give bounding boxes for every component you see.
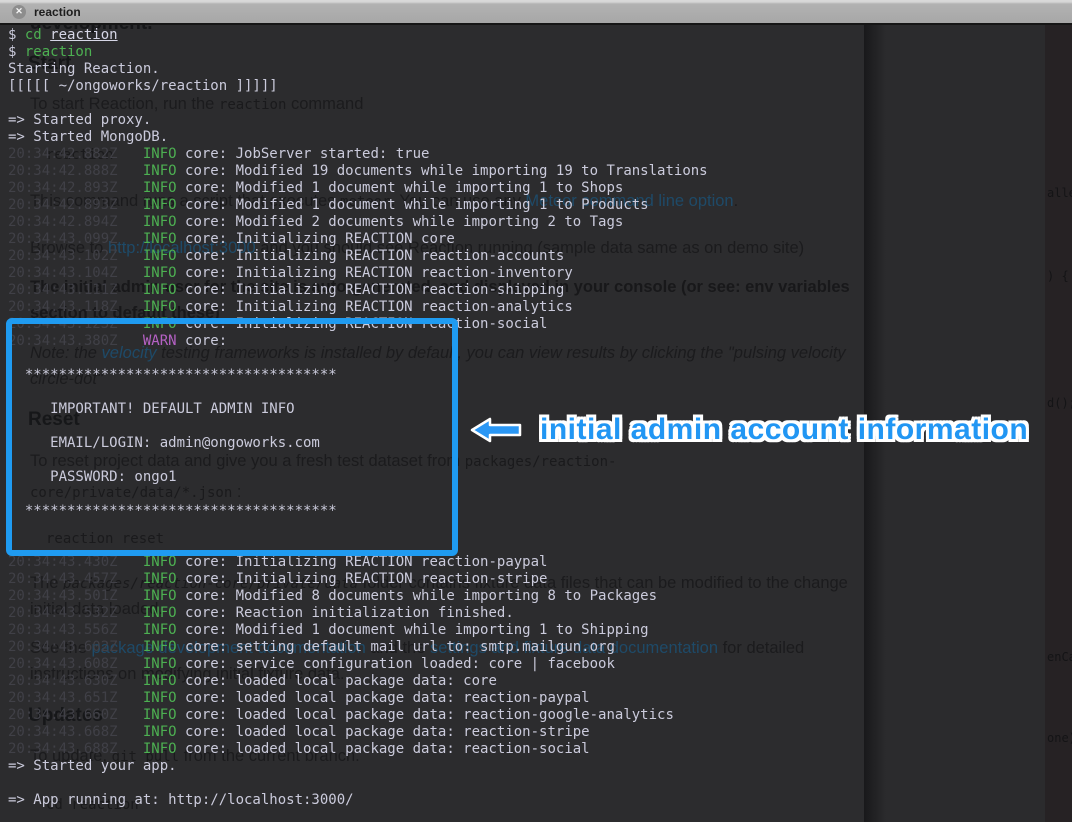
screenshot-root: development.StartTo start Reaction, run … bbox=[0, 0, 1072, 822]
annotation-label: initial admin account information bbox=[540, 413, 1028, 447]
terminal-line: $ cd reaction bbox=[8, 27, 872, 44]
terminal-line: => App running at: http://localhost:3000… bbox=[8, 792, 872, 809]
terminal-line: 20:34:42.893Z INFO core: Modified 1 docu… bbox=[8, 180, 872, 197]
terminal-line: [[[[[ ~/ongoworks/reaction ]]]]] bbox=[8, 78, 872, 95]
terminal-line bbox=[8, 95, 872, 112]
close-icon: ✕ bbox=[15, 7, 23, 16]
terminal-line: 20:34:43.457Z INFO core: Initializing RE… bbox=[8, 571, 872, 588]
terminal-line: 20:34:43.111Z INFO core: Initializing RE… bbox=[8, 282, 872, 299]
window-title: reaction bbox=[34, 5, 81, 19]
terminal-line: 20:34:43.602Z INFO core: setting default… bbox=[8, 639, 872, 656]
terminal-line: 20:34:43.668Z INFO core: loaded local pa… bbox=[8, 724, 872, 741]
terminal-line: 20:34:43.430Z INFO core: Initializing RE… bbox=[8, 554, 872, 571]
terminal-line: 20:34:42.882Z INFO core: JobServer start… bbox=[8, 146, 872, 163]
code-fragment: d(); bbox=[1047, 396, 1072, 410]
terminal-line: $ reaction bbox=[8, 44, 872, 61]
terminal-line: 20:34:43.630Z INFO core: loaded local pa… bbox=[8, 673, 872, 690]
terminal-line: 20:34:43.099Z INFO core: Initializing RE… bbox=[8, 231, 872, 248]
terminal-line: 20:34:42.893Z INFO core: Modified 1 docu… bbox=[8, 197, 872, 214]
terminal-line: 20:34:42.894Z INFO core: Modified 2 docu… bbox=[8, 214, 872, 231]
terminal-line: => Started your app. bbox=[8, 758, 872, 775]
code-fragment: one) bbox=[1047, 731, 1072, 745]
terminal-line: 20:34:43.102Z INFO core: Initializing RE… bbox=[8, 248, 872, 265]
terminal-line: 20:34:43.556Z INFO core: Modified 1 docu… bbox=[8, 622, 872, 639]
terminal-line bbox=[8, 775, 872, 792]
admin-info-highlight-box bbox=[6, 318, 458, 556]
terminal-line: 20:34:43.501Z INFO core: Modified 8 docu… bbox=[8, 588, 872, 605]
close-button[interactable]: ✕ bbox=[12, 5, 26, 19]
arrow-left-icon bbox=[470, 416, 522, 444]
terminal-line: 20:34:43.688Z INFO core: loaded local pa… bbox=[8, 741, 872, 758]
terminal-line: 20:34:42.888Z INFO core: Modified 19 doc… bbox=[8, 163, 872, 180]
terminal-line: => Started MongoDB. bbox=[8, 129, 872, 146]
code-fragment: enCa bbox=[1047, 650, 1072, 664]
annotation-callout: initial admin account information bbox=[470, 413, 1028, 447]
terminal-line: 20:34:43.532Z INFO core: Reaction initia… bbox=[8, 605, 872, 622]
terminal-line: 20:34:43.651Z INFO core: loaded local pa… bbox=[8, 690, 872, 707]
terminal-line: 20:34:43.608Z INFO core: service configu… bbox=[8, 656, 872, 673]
terminal-line: => Started proxy. bbox=[8, 112, 872, 129]
background-code-panel: alle ) { d(); enCa one) bbox=[1045, 25, 1072, 822]
terminal-line: 20:34:43.118Z INFO core: Initializing RE… bbox=[8, 299, 872, 316]
window-titlebar: ✕ reaction bbox=[0, 0, 1072, 25]
terminal-line: 20:34:43.104Z INFO core: Initializing RE… bbox=[8, 265, 872, 282]
code-fragment: ) { bbox=[1047, 269, 1069, 283]
code-fragment: alle bbox=[1047, 186, 1072, 200]
terminal-line: 20:34:43.660Z INFO core: loaded local pa… bbox=[8, 707, 872, 724]
terminal-line: Starting Reaction. bbox=[8, 61, 872, 78]
